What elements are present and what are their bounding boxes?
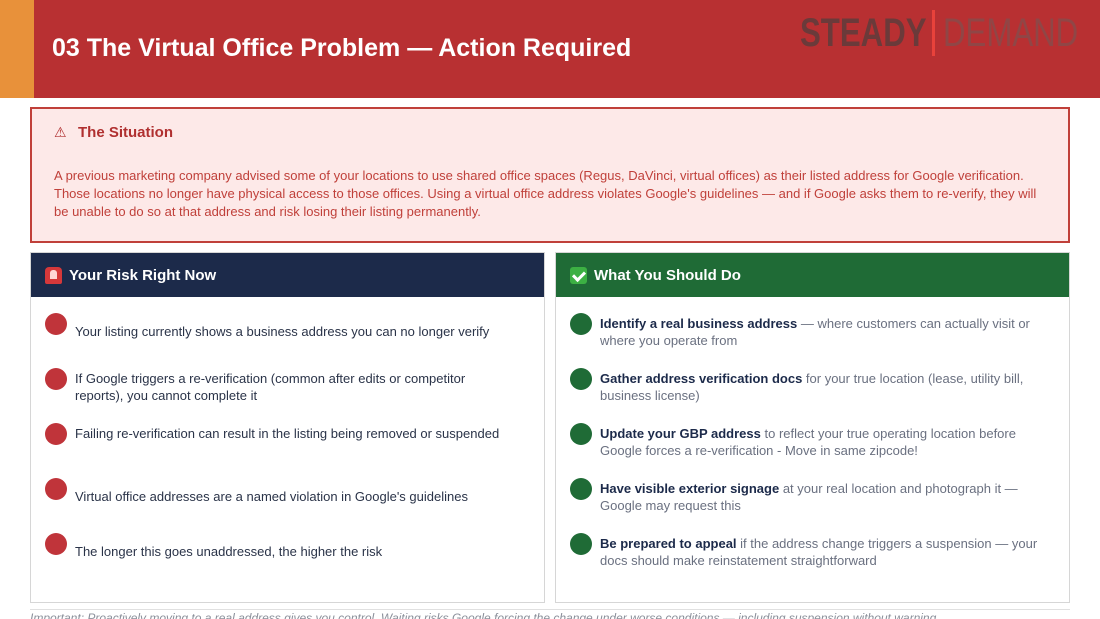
bullet-dot: [45, 313, 67, 335]
logo-divider: [932, 10, 935, 56]
bullet-dot: [570, 313, 592, 335]
logo-word-steady: STEADY: [800, 10, 927, 55]
action-item-text: Identify a real business address — where…: [600, 315, 1040, 349]
header-bar: 03 The Virtual Office Problem — Action R…: [0, 0, 1100, 98]
risk-panel-title: Your Risk Right Now: [69, 266, 217, 284]
actions-panel-header: What You Should Do: [556, 253, 1069, 297]
action-item-bold: Be prepared to appeal: [600, 536, 737, 551]
footnote: Important: Proactively moving to a real …: [30, 609, 1070, 619]
warning-icon: ⚠: [54, 124, 67, 140]
action-item-bold: Identify a real business address: [600, 316, 798, 331]
actions-panel-title: What You Should Do: [594, 266, 741, 284]
bullet-dot: [570, 368, 592, 390]
bullet-dot: [570, 423, 592, 445]
siren-icon: [45, 266, 62, 284]
bullet-dot: [45, 478, 67, 500]
action-item-text: Gather address verification docs for you…: [600, 370, 1040, 404]
risk-item-text: The longer this goes unaddressed, the hi…: [75, 544, 383, 559]
risk-item-text: Virtual office addresses are a named vio…: [75, 489, 468, 504]
page-title: 03 The Virtual Office Problem — Action R…: [52, 34, 632, 62]
header-accent-stripe: [0, 0, 34, 98]
situation-body: A previous marketing company advised som…: [54, 168, 1037, 219]
situation-heading: ⚠ The Situation: [54, 124, 173, 141]
situation-title: The Situation: [78, 124, 173, 141]
check-icon: [570, 266, 587, 284]
bullet-dot: [570, 533, 592, 555]
actions-panel: What You Should Do Identify a real busin…: [555, 252, 1070, 603]
action-item-text: Have visible exterior signage at your re…: [600, 480, 1040, 514]
action-item-bold: Have visible exterior signage: [600, 481, 780, 496]
brand-logo: STEADY DEMAND: [800, 10, 1083, 56]
action-item-text: Be prepared to appeal if the address cha…: [600, 535, 1040, 569]
bullet-dot: [45, 368, 67, 390]
action-item-bold: Update your GBP address: [600, 426, 761, 441]
action-item-bold: Gather address verification docs: [600, 371, 803, 386]
action-item-text: Update your GBP address to reflect your …: [600, 425, 1040, 459]
bullet-dot: [45, 423, 67, 445]
situation-box: ⚠ The Situation A previous marketing com…: [30, 107, 1070, 243]
risk-panel: Your Risk Right Now Your listing current…: [30, 252, 545, 603]
risk-item-text: Failing re-verification can result in th…: [75, 426, 500, 441]
risk-item-text: If Google triggers a re-verification (co…: [75, 371, 466, 403]
risk-item-text: Your listing currently shows a business …: [75, 324, 490, 339]
bullet-dot: [45, 533, 67, 555]
bullet-dot: [570, 478, 592, 500]
logo-word-demand: DEMAND: [943, 10, 1079, 55]
risk-panel-header: Your Risk Right Now: [31, 253, 544, 297]
